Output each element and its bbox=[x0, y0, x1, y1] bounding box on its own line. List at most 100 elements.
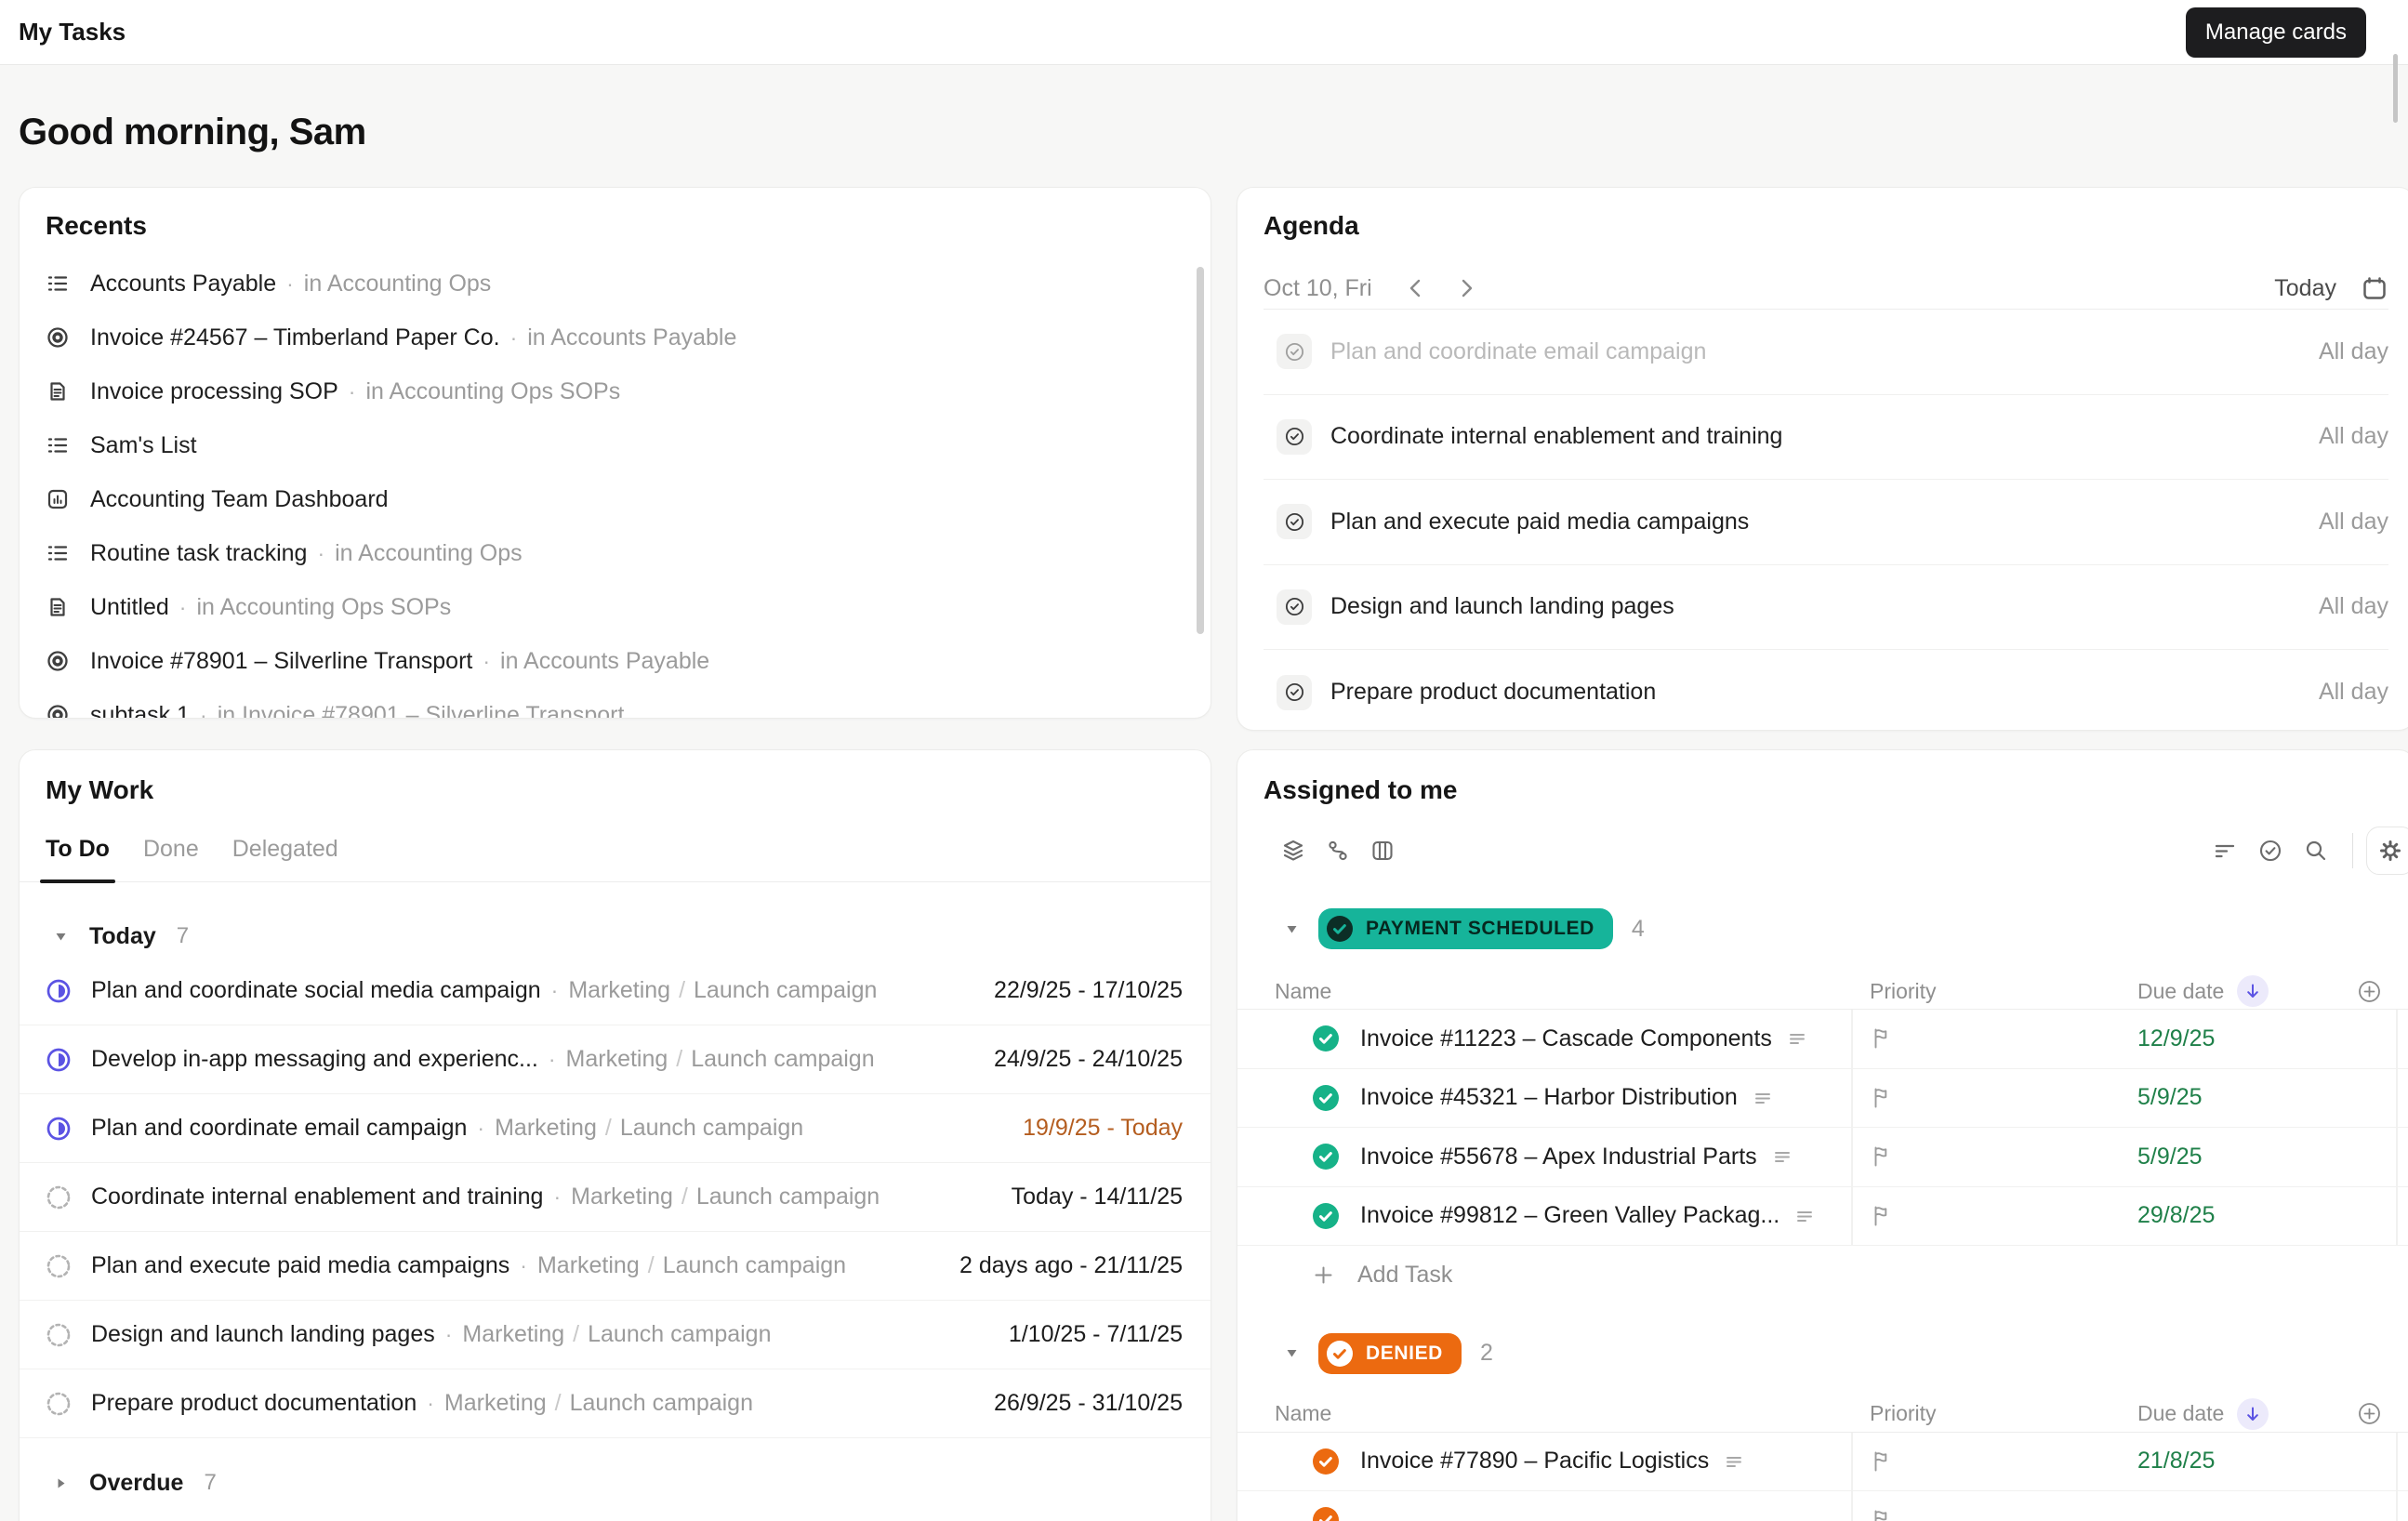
check-circle-icon bbox=[1326, 915, 1354, 943]
check-circle-icon[interactable] bbox=[2257, 838, 2283, 864]
add-task-button[interactable]: Add Task bbox=[1237, 1246, 2408, 1305]
check-circle-icon[interactable] bbox=[1277, 589, 1312, 625]
list-item[interactable]: Accounting Team Dashboard bbox=[46, 472, 1184, 526]
list-item[interactable]: Untitled · in Accounting Ops SOPs bbox=[46, 580, 1184, 634]
agenda-date-label: Oct 10, Fri bbox=[1264, 275, 1372, 302]
page-scrollbar[interactable] bbox=[2393, 54, 2398, 123]
table-row[interactable]: Invoice #77890 – Pacific Logistics 21/8/… bbox=[1237, 1433, 2408, 1492]
priority-flag-icon[interactable] bbox=[1870, 1449, 1894, 1474]
add-column-icon[interactable] bbox=[2357, 1401, 2382, 1426]
status-todo-icon[interactable] bbox=[45, 1390, 73, 1418]
check-circle-icon[interactable] bbox=[1277, 675, 1312, 710]
status-todo-icon[interactable] bbox=[45, 1184, 73, 1211]
section-header-today[interactable]: Today 7 bbox=[20, 916, 1211, 957]
my-work-title: My Work bbox=[20, 774, 1211, 806]
status-denied-icon[interactable] bbox=[1312, 1448, 1340, 1475]
list-item[interactable]: Sam's List bbox=[46, 418, 1184, 472]
list-item[interactable]: Invoice #78901 – Silverline Transport · … bbox=[46, 634, 1184, 688]
status-done-icon[interactable] bbox=[1312, 1143, 1340, 1171]
due-date: 12/9/25 bbox=[2137, 1025, 2215, 1052]
group-header-payment-scheduled[interactable]: PAYMENT SCHEDULED 4 bbox=[1237, 906, 2408, 951]
priority-flag-icon[interactable] bbox=[1870, 1086, 1894, 1110]
group-header-denied[interactable]: DENIED 2 bbox=[1237, 1331, 2408, 1376]
task-dates: Today - 14/11/25 bbox=[1012, 1184, 1183, 1210]
section-count: 7 bbox=[204, 1470, 216, 1496]
status-done-icon[interactable] bbox=[1312, 1084, 1340, 1112]
task-icon bbox=[46, 325, 70, 350]
columns-icon[interactable] bbox=[1369, 838, 1396, 864]
table-row-partial[interactable] bbox=[1237, 1491, 2408, 1521]
tab-delegated[interactable]: Delegated bbox=[232, 836, 338, 881]
status-todo-icon[interactable] bbox=[45, 1252, 73, 1280]
task-row[interactable]: Plan and execute paid media campaigns · … bbox=[20, 1232, 1211, 1301]
table-row[interactable]: Invoice #55678 – Apex Industrial Parts 5… bbox=[1237, 1128, 2408, 1187]
priority-flag-icon[interactable] bbox=[1870, 1144, 1894, 1169]
agenda-today-button[interactable]: Today bbox=[2274, 275, 2336, 302]
filter-icon[interactable] bbox=[2212, 838, 2238, 864]
tab-done[interactable]: Done bbox=[143, 836, 199, 881]
task-row[interactable]: Plan and coordinate social media campaig… bbox=[20, 957, 1211, 1025]
agenda-item[interactable]: Plan and execute paid media campaigns Al… bbox=[1264, 480, 2388, 565]
status-in-progress-icon[interactable] bbox=[45, 1115, 73, 1143]
list-icon bbox=[46, 433, 70, 457]
agenda-item[interactable]: Prepare product documentation All day bbox=[1264, 650, 2388, 731]
status-badge[interactable]: PAYMENT SCHEDULED bbox=[1318, 908, 1613, 949]
task-dates: 26/9/25 - 31/10/25 bbox=[994, 1390, 1183, 1417]
settings-button[interactable] bbox=[2366, 827, 2408, 875]
status-in-progress-icon[interactable] bbox=[45, 1046, 73, 1074]
agenda-item[interactable]: Plan and coordinate email campaign All d… bbox=[1264, 310, 2388, 395]
check-circle-icon[interactable] bbox=[1277, 419, 1312, 455]
gear-icon bbox=[2377, 838, 2403, 864]
check-circle-icon bbox=[1326, 1340, 1354, 1368]
document-icon bbox=[46, 379, 70, 403]
list-icon bbox=[46, 271, 70, 296]
next-day-button[interactable] bbox=[1454, 276, 1478, 300]
task-row[interactable]: Coordinate internal enablement and train… bbox=[20, 1163, 1211, 1232]
dependency-icon[interactable] bbox=[1325, 838, 1351, 864]
list-item[interactable]: Invoice processing SOP · in Accounting O… bbox=[46, 364, 1184, 418]
status-todo-icon[interactable] bbox=[45, 1321, 73, 1349]
top-bar: My Tasks Manage cards bbox=[0, 0, 2408, 65]
list-item[interactable]: Invoice #24567 – Timberland Paper Co. · … bbox=[46, 311, 1184, 364]
table-row[interactable]: Invoice #45321 – Harbor Distribution 5/9… bbox=[1237, 1069, 2408, 1129]
recents-scrollbar[interactable] bbox=[1197, 267, 1204, 634]
group-count: 2 bbox=[1480, 1340, 1493, 1367]
task-dates: 2 days ago - 21/11/25 bbox=[959, 1252, 1183, 1279]
agenda-item[interactable]: Coordinate internal enablement and train… bbox=[1264, 395, 2388, 481]
agenda-item[interactable]: Design and launch landing pages All day bbox=[1264, 565, 2388, 651]
calendar-icon[interactable] bbox=[2361, 274, 2388, 302]
status-badge[interactable]: DENIED bbox=[1318, 1333, 1462, 1374]
task-row[interactable]: Design and launch landing pages · Market… bbox=[20, 1301, 1211, 1369]
task-row[interactable]: Plan and coordinate email campaign · Mar… bbox=[20, 1094, 1211, 1163]
sort-descending-button[interactable] bbox=[2237, 1398, 2269, 1430]
table-row[interactable]: Invoice #11223 – Cascade Components 12/9… bbox=[1237, 1010, 2408, 1069]
layers-icon[interactable] bbox=[1280, 838, 1306, 864]
status-done-icon[interactable] bbox=[1312, 1025, 1340, 1052]
task-dates: 24/9/25 - 24/10/25 bbox=[994, 1046, 1183, 1073]
list-item[interactable]: Accounts Payable · in Accounting Ops bbox=[46, 257, 1184, 311]
check-circle-icon[interactable] bbox=[1277, 334, 1312, 369]
add-column-icon[interactable] bbox=[2357, 979, 2382, 1004]
priority-flag-icon[interactable] bbox=[1870, 1204, 1894, 1228]
prev-day-button[interactable] bbox=[1404, 276, 1428, 300]
priority-flag-icon[interactable] bbox=[1870, 1026, 1894, 1051]
due-date: 21/8/25 bbox=[2137, 1448, 2215, 1475]
page-title: My Tasks bbox=[19, 18, 126, 46]
table-row[interactable]: Invoice #99812 – Green Valley Packag... … bbox=[1237, 1187, 2408, 1247]
status-denied-icon[interactable] bbox=[1312, 1506, 1340, 1521]
app-window: My Tasks Manage cards Good morning, Sam … bbox=[0, 0, 2408, 1521]
priority-flag-icon[interactable] bbox=[1870, 1508, 1894, 1521]
list-item[interactable]: subtask 1 · in Invoice #78901 – Silverli… bbox=[46, 688, 1184, 719]
status-done-icon[interactable] bbox=[1312, 1202, 1340, 1230]
manage-cards-button[interactable]: Manage cards bbox=[2186, 7, 2366, 58]
task-row[interactable]: Develop in-app messaging and experienc..… bbox=[20, 1025, 1211, 1094]
list-item[interactable]: Routine task tracking · in Accounting Op… bbox=[46, 526, 1184, 580]
sort-descending-button[interactable] bbox=[2237, 975, 2269, 1007]
tab-todo[interactable]: To Do bbox=[46, 836, 110, 881]
status-in-progress-icon[interactable] bbox=[45, 977, 73, 1005]
search-icon[interactable] bbox=[2303, 838, 2329, 864]
task-row[interactable]: Prepare product documentation · Marketin… bbox=[20, 1369, 1211, 1438]
check-circle-icon[interactable] bbox=[1277, 504, 1312, 539]
section-header-overdue[interactable]: Overdue 7 bbox=[20, 1462, 1211, 1503]
description-icon bbox=[1794, 1206, 1815, 1226]
